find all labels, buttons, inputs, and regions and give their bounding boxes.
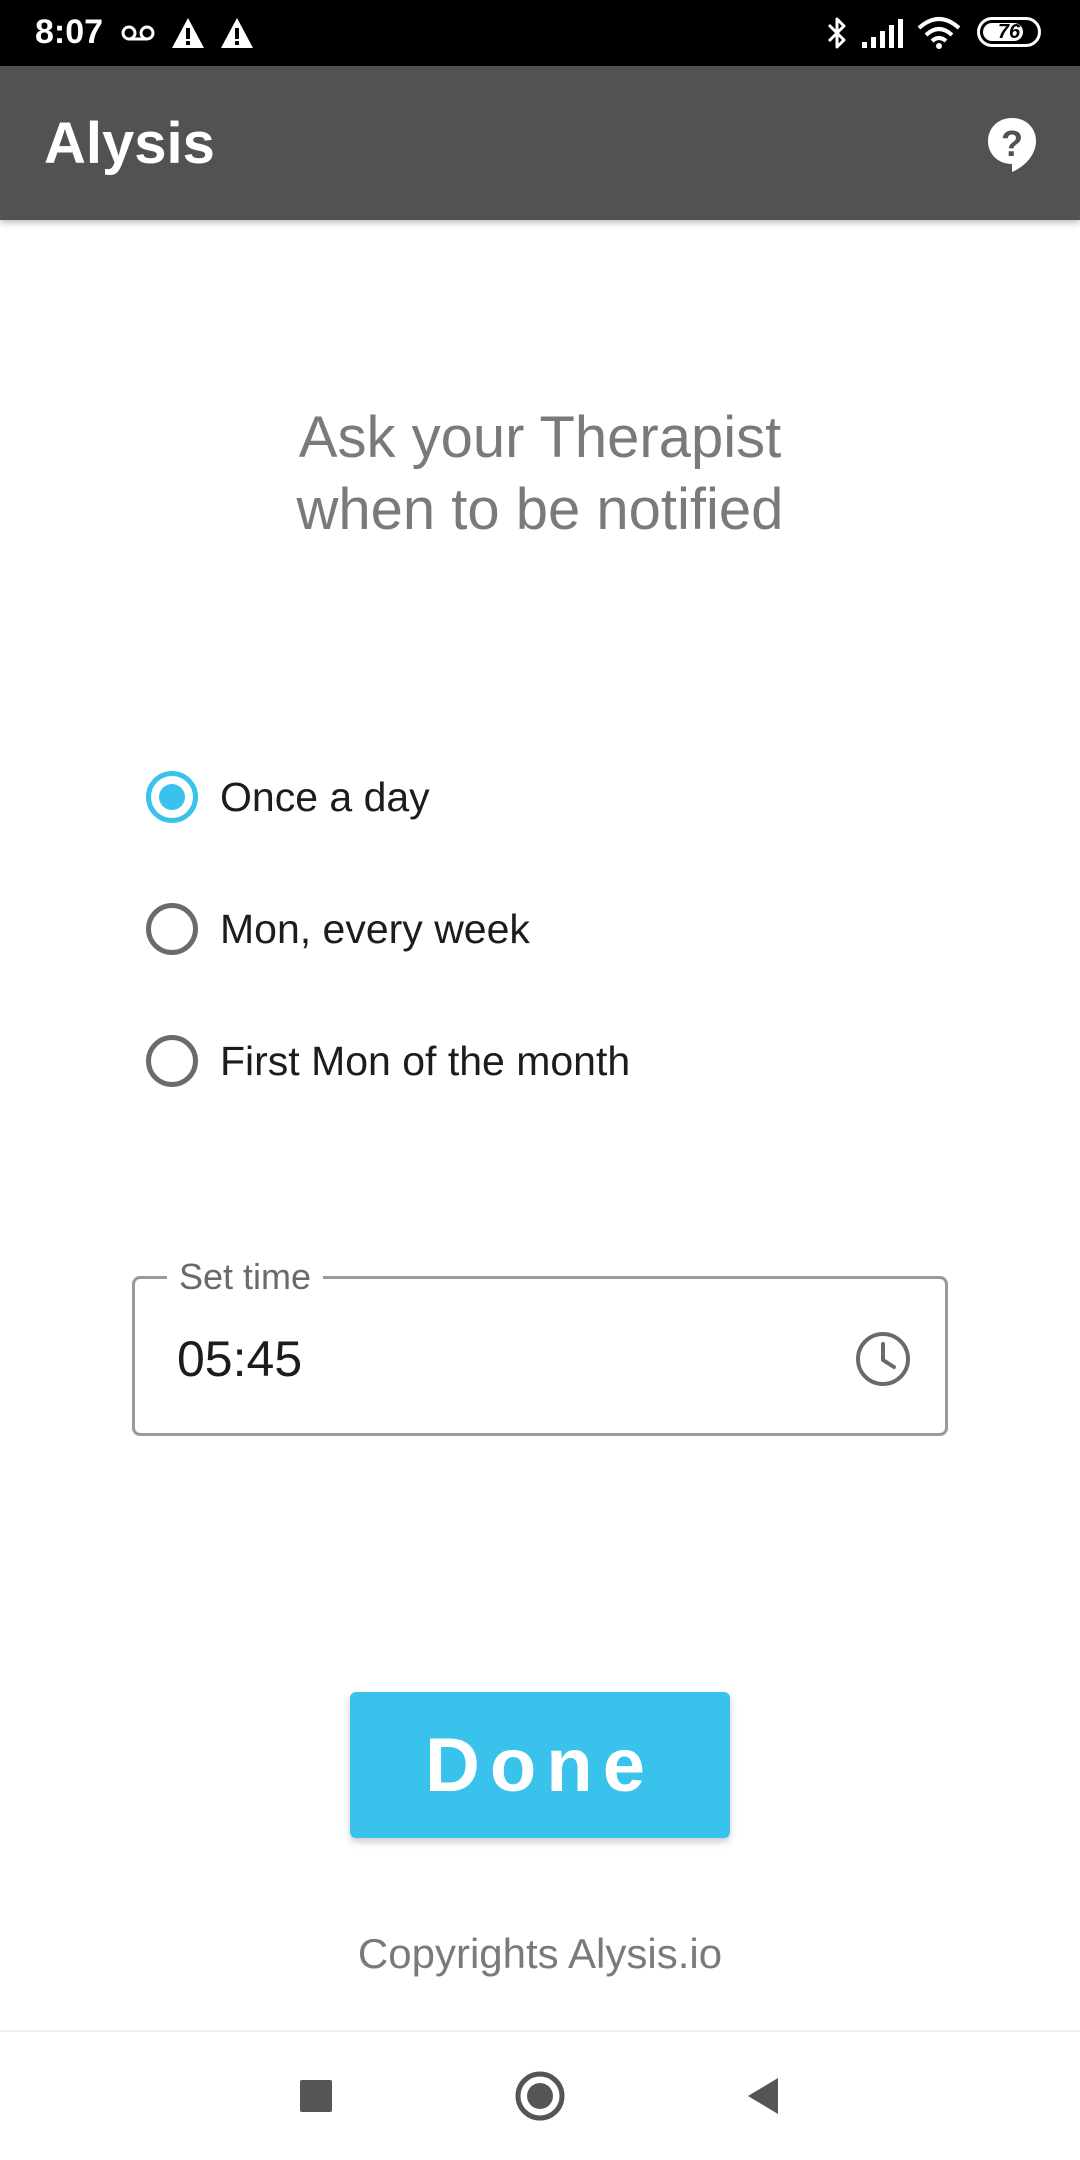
radio-button[interactable] <box>146 903 198 955</box>
clock-icon[interactable] <box>853 1329 913 1389</box>
page-heading: Ask your Therapist when to be notified <box>0 402 1080 546</box>
radio-label: First Mon of the month <box>220 1037 631 1084</box>
alert-icon <box>221 18 253 48</box>
radio-dot <box>159 784 185 810</box>
battery-percent: 76 <box>997 20 1021 43</box>
radio-option-every-week[interactable]: Mon, every week <box>146 894 946 964</box>
status-bar: 8:07 76 <box>0 0 1080 66</box>
copyright-text: Copyrights Alysis.io <box>357 1930 723 1977</box>
radio-label: Mon, every week <box>220 905 530 952</box>
status-time: 8:07 <box>35 13 104 51</box>
system-nav-bar <box>0 2032 1080 2160</box>
radio-button-checked[interactable] <box>146 771 198 823</box>
radio-option-once-a-day[interactable]: Once a day <box>146 762 946 832</box>
back-icon[interactable] <box>734 2066 794 2126</box>
signal-icon <box>862 19 903 48</box>
wifi-icon <box>917 17 961 49</box>
radio-button[interactable] <box>146 1035 198 1087</box>
app-title: Alysis <box>44 111 215 176</box>
heading-line-2: when to be notified <box>296 477 784 542</box>
done-button[interactable]: Done <box>350 1692 730 1838</box>
battery-icon: 76 <box>977 17 1041 47</box>
set-time-field[interactable]: Set time 05:45 <box>132 1257 948 1436</box>
svg-text:?: ? <box>1001 123 1023 164</box>
bluetooth-icon <box>827 17 846 49</box>
help-icon[interactable]: ? <box>984 114 1040 174</box>
radio-option-first-mon-of-month[interactable]: First Mon of the month <box>146 1026 946 1096</box>
radio-label: Once a day <box>220 773 430 820</box>
home-icon[interactable] <box>510 2066 570 2126</box>
set-time-label: Set time <box>167 1257 324 1297</box>
recents-icon[interactable] <box>286 2066 346 2126</box>
alert-icon <box>172 18 204 48</box>
set-time-value[interactable]: 05:45 <box>177 1329 302 1389</box>
app-bar: Alysis ? <box>0 66 1080 220</box>
voicemail-icon <box>121 25 155 41</box>
heading-line-1: Ask your Therapist <box>298 405 782 470</box>
